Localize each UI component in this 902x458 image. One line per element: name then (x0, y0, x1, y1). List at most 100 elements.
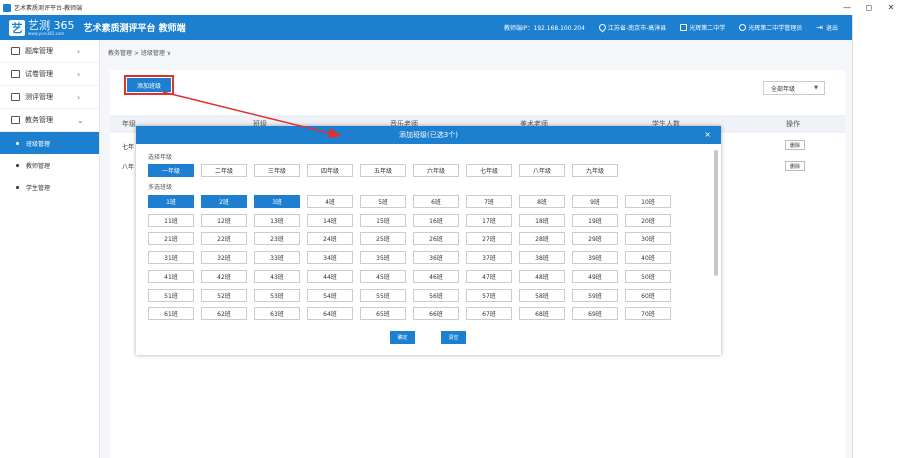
class-option[interactable]: 46班 (413, 269, 459, 283)
class-option[interactable]: 63班 (254, 307, 300, 321)
sidebar-item-papers[interactable]: 试卷管理 › (0, 63, 99, 86)
class-option[interactable]: 58班 (519, 288, 565, 302)
class-option[interactable]: 20班 (625, 213, 671, 227)
class-option[interactable]: 16班 (413, 213, 459, 227)
class-option[interactable]: 10班 (625, 195, 671, 208)
class-option[interactable]: 8班 (519, 195, 565, 208)
admin-info[interactable]: 光辉第二中学管理员 (739, 23, 802, 32)
grade-option[interactable]: 三年级 (254, 164, 300, 177)
grade-option[interactable]: 九年级 (572, 164, 618, 177)
class-option[interactable]: 21班 (148, 232, 194, 246)
delete-button[interactable]: 删除 (785, 140, 805, 150)
class-option[interactable]: 34班 (307, 251, 353, 265)
class-option[interactable]: 51班 (148, 288, 194, 302)
class-option[interactable]: 15班 (360, 213, 406, 227)
add-class-button[interactable]: 添加班级 (124, 75, 174, 95)
class-option[interactable]: 25班 (360, 232, 406, 246)
grade-option[interactable]: 五年级 (360, 164, 406, 177)
class-option[interactable]: 64班 (307, 307, 353, 321)
grade-filter-select[interactable]: 全部年级 ▼ (763, 81, 825, 95)
class-option[interactable]: 35班 (360, 251, 406, 265)
class-option[interactable]: 28班 (519, 232, 565, 246)
class-option[interactable]: 52班 (201, 288, 247, 302)
class-option[interactable]: 33班 (254, 251, 300, 265)
clear-button[interactable]: 清空 (441, 331, 466, 344)
grade-option[interactable]: 七年级 (466, 164, 512, 177)
class-option[interactable]: 39班 (572, 251, 618, 265)
class-option[interactable]: 32班 (201, 251, 247, 265)
class-option[interactable]: 48班 (519, 269, 565, 283)
class-option[interactable]: 23班 (254, 232, 300, 246)
class-option[interactable]: 53班 (254, 288, 300, 302)
close-icon[interactable]: × (704, 130, 711, 139)
class-option[interactable]: 11班 (148, 213, 194, 227)
class-option[interactable]: 44班 (307, 269, 353, 283)
class-option[interactable]: 59班 (572, 288, 618, 302)
class-option[interactable]: 66班 (413, 307, 459, 321)
class-option[interactable]: 3班 (254, 195, 300, 208)
class-option[interactable]: 19班 (572, 213, 618, 227)
class-option[interactable]: 36班 (413, 251, 459, 265)
class-option[interactable]: 31班 (148, 251, 194, 265)
grade-option[interactable]: 六年级 (413, 164, 459, 177)
class-option[interactable]: 26班 (413, 232, 459, 246)
class-option[interactable]: 69班 (572, 307, 618, 321)
breadcrumb[interactable]: 教务管理 > 班级管理 ∨ (108, 48, 171, 57)
class-option[interactable]: 60班 (625, 288, 671, 302)
class-option[interactable]: 37班 (466, 251, 512, 265)
sidebar-subitem-class[interactable]: 班级管理 (0, 132, 99, 154)
maximize-button[interactable]: ◻ (858, 0, 880, 15)
class-option[interactable]: 24班 (307, 232, 353, 246)
grade-option[interactable]: 四年级 (307, 164, 353, 177)
class-option[interactable]: 50班 (625, 269, 671, 283)
class-option[interactable]: 61班 (148, 307, 194, 321)
class-option[interactable]: 6班 (413, 195, 459, 208)
class-option[interactable]: 43班 (254, 269, 300, 283)
class-option[interactable]: 54班 (307, 288, 353, 302)
class-option[interactable]: 67班 (466, 307, 512, 321)
class-option[interactable]: 68班 (519, 307, 565, 321)
sidebar-subitem-student[interactable]: 学生管理 (0, 176, 99, 198)
delete-button[interactable]: 删除 (785, 161, 805, 171)
grade-option[interactable]: 一年级 (148, 164, 194, 177)
class-option[interactable]: 65班 (360, 307, 406, 321)
sidebar-item-assessment[interactable]: 测评管理 › (0, 86, 99, 109)
class-option[interactable]: 17班 (466, 213, 512, 227)
class-option[interactable]: 14班 (307, 213, 353, 227)
class-option[interactable]: 12班 (201, 213, 247, 227)
grade-option[interactable]: 八年级 (519, 164, 565, 177)
class-option[interactable]: 18班 (519, 213, 565, 227)
close-window-button[interactable]: ✕ (880, 0, 902, 15)
grade-option[interactable]: 二年级 (201, 164, 247, 177)
class-option[interactable]: 27班 (466, 232, 512, 246)
class-option[interactable]: 56班 (413, 288, 459, 302)
class-option[interactable]: 47班 (466, 269, 512, 283)
class-option[interactable]: 29班 (572, 232, 618, 246)
sidebar-subitem-teacher[interactable]: 教师管理 (0, 154, 99, 176)
class-option[interactable]: 70班 (625, 307, 671, 321)
sidebar-item-question-bank[interactable]: 题库管理 › (0, 40, 99, 63)
class-option[interactable]: 9班 (572, 195, 618, 208)
class-option[interactable]: 45班 (360, 269, 406, 283)
confirm-button[interactable]: 确定 (390, 331, 415, 344)
class-option[interactable]: 40班 (625, 251, 671, 265)
class-option[interactable]: 1班 (148, 195, 194, 208)
class-option[interactable]: 42班 (201, 269, 247, 283)
class-option[interactable]: 4班 (307, 195, 353, 208)
class-option[interactable]: 62班 (201, 307, 247, 321)
minimize-button[interactable]: — (836, 0, 858, 15)
class-option[interactable]: 13班 (254, 213, 300, 227)
class-option[interactable]: 30班 (625, 232, 671, 246)
class-option[interactable]: 22班 (201, 232, 247, 246)
logout-button[interactable]: ⇥ 退出 (816, 23, 838, 32)
class-option[interactable]: 41班 (148, 269, 194, 283)
class-option[interactable]: 38班 (519, 251, 565, 265)
class-option[interactable]: 49班 (572, 269, 618, 283)
class-option[interactable]: 55班 (360, 288, 406, 302)
class-option[interactable]: 57班 (466, 288, 512, 302)
class-option[interactable]: 5班 (360, 195, 406, 208)
dialog-scrollbar[interactable] (714, 150, 718, 276)
class-option[interactable]: 7班 (466, 195, 512, 208)
sidebar-item-academic[interactable]: 教务管理 ⌄ (0, 109, 99, 132)
class-option[interactable]: 2班 (201, 195, 247, 208)
